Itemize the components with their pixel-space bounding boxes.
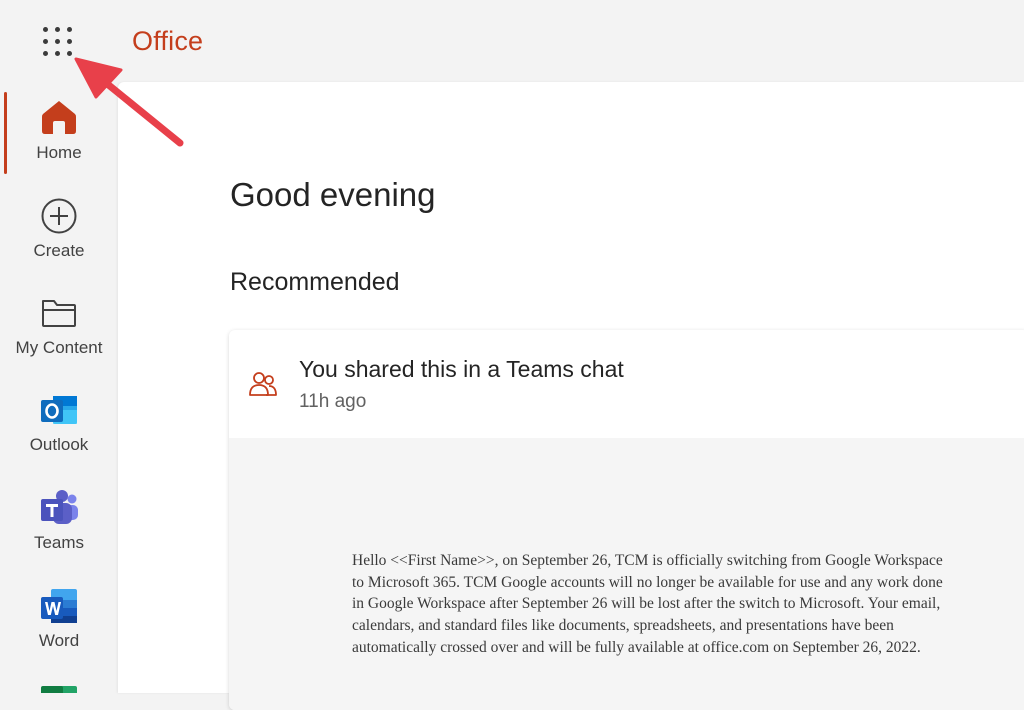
main-content: Good evening Recommended You shared this… bbox=[118, 82, 1024, 710]
app-launcher-icon[interactable] bbox=[40, 24, 76, 60]
document-preview-text: Hello <<First Name>>, on September 26, T… bbox=[352, 552, 943, 656]
office-brand-link[interactable]: Office bbox=[132, 26, 203, 57]
left-nav: Home Create My Content Outlook Teams Wor… bbox=[0, 82, 118, 693]
recommended-heading: Recommended bbox=[230, 268, 400, 296]
nav-label: Teams bbox=[33, 533, 85, 552]
folder-icon bbox=[42, 300, 76, 327]
document-preview: Hello <<First Name>>, on September 26, T… bbox=[229, 438, 1024, 710]
outlook-icon bbox=[41, 396, 77, 424]
top-bar: Office bbox=[0, 0, 1024, 82]
teams-icon bbox=[41, 490, 78, 524]
home-icon bbox=[42, 101, 76, 134]
nav-item-teams[interactable]: Teams bbox=[0, 488, 118, 578]
word-icon bbox=[41, 589, 77, 623]
nav-item-create[interactable]: Create bbox=[0, 196, 118, 286]
nav-label: Create bbox=[33, 241, 85, 260]
nav-item-outlook[interactable]: Outlook bbox=[0, 390, 118, 480]
people-icon bbox=[249, 372, 277, 396]
recommended-card[interactable]: You shared this in a Teams chat 11h ago … bbox=[229, 330, 1024, 710]
plus-circle-icon bbox=[41, 198, 77, 234]
nav-label: Home bbox=[36, 143, 82, 162]
nav-item-word[interactable]: Word bbox=[0, 586, 118, 676]
nav-label: Word bbox=[38, 631, 80, 650]
nav-item-home[interactable]: Home bbox=[0, 98, 118, 188]
card-timestamp: 11h ago bbox=[299, 391, 367, 412]
nav-label: My Content bbox=[15, 338, 103, 357]
nav-item-excel[interactable] bbox=[0, 683, 118, 693]
excel-icon bbox=[41, 686, 77, 693]
nav-label: Outlook bbox=[29, 435, 89, 454]
greeting-heading: Good evening bbox=[230, 176, 436, 213]
nav-item-my-content[interactable]: My Content bbox=[0, 293, 118, 383]
card-title: You shared this in a Teams chat bbox=[299, 356, 624, 382]
